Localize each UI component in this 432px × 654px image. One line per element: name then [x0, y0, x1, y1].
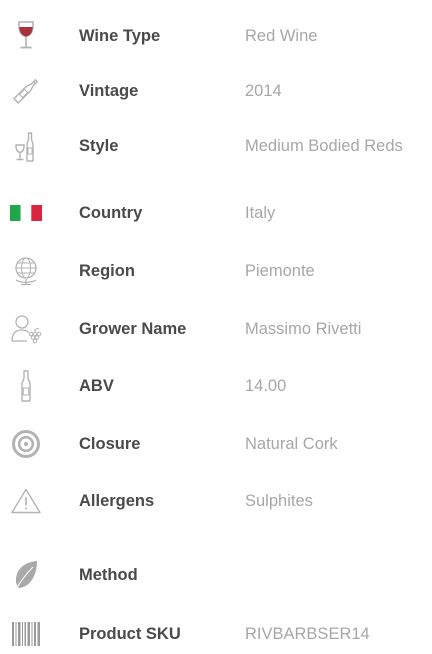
- wine-glass-icon: [4, 16, 48, 56]
- spec-value: Italy: [245, 204, 276, 222]
- cork-icon: [4, 424, 48, 464]
- spec-row-wine-type: Wine Type Red Wine: [0, 16, 432, 56]
- spec-row-region: Region Piemonte: [0, 251, 432, 291]
- spec-label: ABV: [79, 377, 114, 395]
- spec-row-product-sku: Product SKU RIVBARBSER14: [0, 614, 432, 654]
- spec-row-method: Method: [0, 555, 432, 595]
- grower-icon: [4, 309, 48, 349]
- bottle-and-glass-icon: [4, 126, 48, 166]
- spec-label: Country: [79, 204, 143, 222]
- slim-bottle-icon: [4, 366, 48, 406]
- spec-row-allergens: Allergens Sulphites: [0, 481, 432, 521]
- spec-label: Vintage: [79, 82, 139, 100]
- spec-value: Medium Bodied Reds: [245, 137, 403, 155]
- spec-value: Sulphites: [245, 492, 313, 510]
- globe-icon: [4, 251, 48, 291]
- italy-flag-icon: [4, 193, 48, 233]
- spec-row-closure: Closure Natural Cork: [0, 424, 432, 464]
- spec-row-vintage: Vintage 2014: [0, 71, 432, 111]
- spec-label: Grower Name: [79, 320, 187, 338]
- spec-value: Massimo Rivetti: [245, 320, 362, 338]
- spec-row-abv: ABV 14.00: [0, 366, 432, 406]
- leaf-icon: [4, 555, 48, 595]
- spec-label: Wine Type: [79, 27, 161, 45]
- bottle-icon: [4, 71, 48, 111]
- spec-value: Natural Cork: [245, 435, 338, 453]
- spec-value: 14.00: [245, 377, 287, 395]
- spec-label: Product SKU: [79, 625, 181, 643]
- spec-label: Style: [79, 137, 119, 155]
- spec-row-country: Country Italy: [0, 193, 432, 233]
- spec-row-style: Style Medium Bodied Reds: [0, 126, 432, 166]
- wine-spec-list: Wine Type Red Wine Vintage 2014 Style Me…: [0, 0, 432, 646]
- warning-icon: [4, 481, 48, 521]
- spec-row-grower-name: Grower Name Massimo Rivetti: [0, 309, 432, 349]
- spec-value: Piemonte: [245, 262, 315, 280]
- spec-value: 2014: [245, 82, 282, 100]
- barcode-icon: [4, 614, 48, 654]
- spec-label: Closure: [79, 435, 141, 453]
- spec-value: RIVBARBSER14: [245, 625, 370, 643]
- spec-label: Method: [79, 566, 138, 584]
- spec-label: Region: [79, 262, 135, 280]
- spec-value: Red Wine: [245, 27, 318, 45]
- spec-label: Allergens: [79, 492, 155, 510]
